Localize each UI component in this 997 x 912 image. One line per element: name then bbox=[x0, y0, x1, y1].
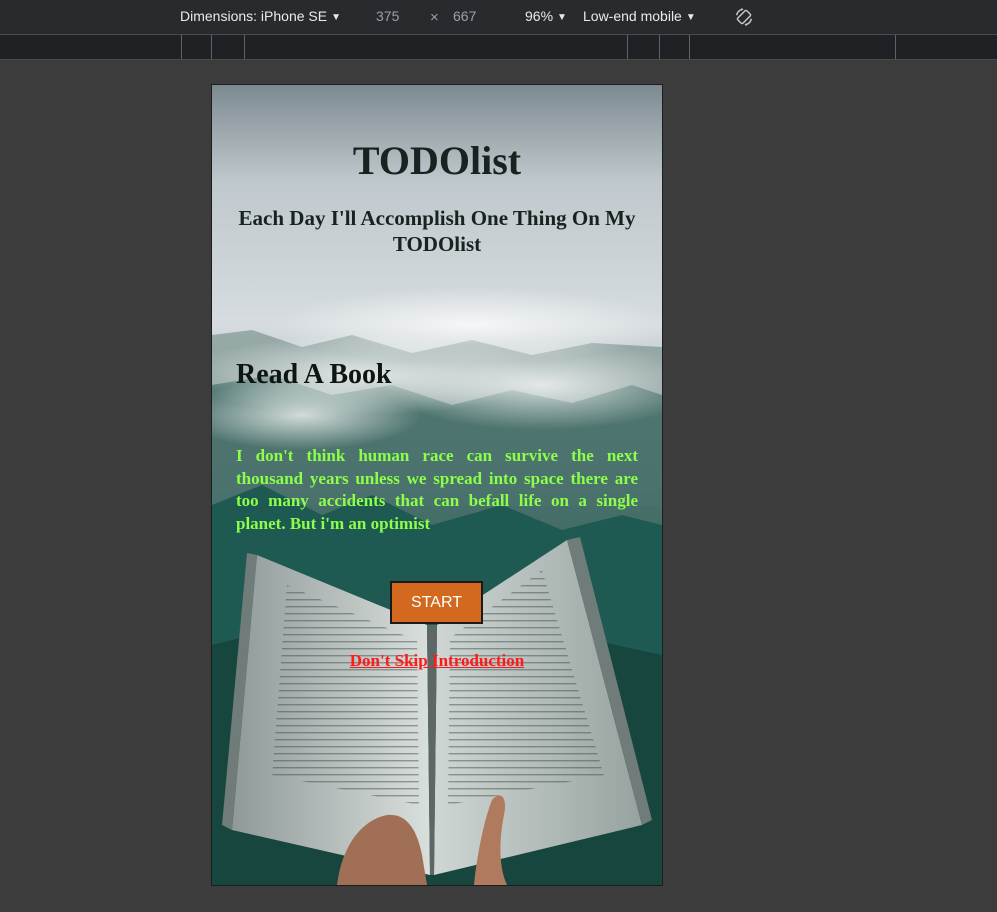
chevron-down-icon: ▼ bbox=[557, 12, 567, 23]
media-query-divider bbox=[181, 35, 182, 59]
devtools-device-toolbar: Dimensions: iPhone SE ▼ 375 × 667 96% ▼ Lo… bbox=[0, 0, 997, 34]
quote-text: I don't think human race can survive the… bbox=[236, 446, 638, 533]
zoom-label: 96% bbox=[525, 8, 554, 24]
media-query-divider bbox=[659, 35, 660, 59]
zoom-dropdown[interactable]: 96% ▼ bbox=[525, 8, 567, 24]
device-dropdown[interactable]: Dimensions: iPhone SE ▼ bbox=[180, 8, 341, 24]
media-query-divider bbox=[895, 35, 896, 59]
chevron-down-icon: ▼ bbox=[685, 12, 696, 23]
start-button[interactable]: START bbox=[390, 581, 483, 624]
media-query-divider bbox=[689, 35, 690, 59]
app-title: TODOlist bbox=[352, 138, 522, 183]
media-query-bar bbox=[0, 34, 997, 60]
device-viewport: TODOlist Each Day I'll Accomplish One Th… bbox=[212, 85, 662, 885]
skip-introduction-link[interactable]: Don't Skip Introduction bbox=[212, 651, 662, 671]
width-input[interactable]: 375 bbox=[376, 8, 426, 24]
app-page: TODOlist Each Day I'll Accomplish One Th… bbox=[212, 85, 662, 885]
tagline: Each Day I'll Accomplish One Thing On My… bbox=[238, 206, 636, 256]
throttle-label: Low-end mobile bbox=[583, 8, 682, 24]
rotate-icon[interactable] bbox=[733, 6, 755, 28]
media-query-divider bbox=[244, 35, 245, 59]
device-label: Dimensions: iPhone SE bbox=[180, 8, 328, 24]
throttle-dropdown[interactable]: Low-end mobile ▼ bbox=[583, 8, 696, 24]
media-query-divider bbox=[627, 35, 628, 59]
times-icon: × bbox=[430, 9, 439, 26]
chevron-down-icon: ▼ bbox=[331, 12, 341, 23]
media-query-divider bbox=[211, 35, 212, 59]
height-input[interactable]: 667 bbox=[453, 8, 503, 24]
task-heading: Read A Book bbox=[236, 359, 392, 390]
